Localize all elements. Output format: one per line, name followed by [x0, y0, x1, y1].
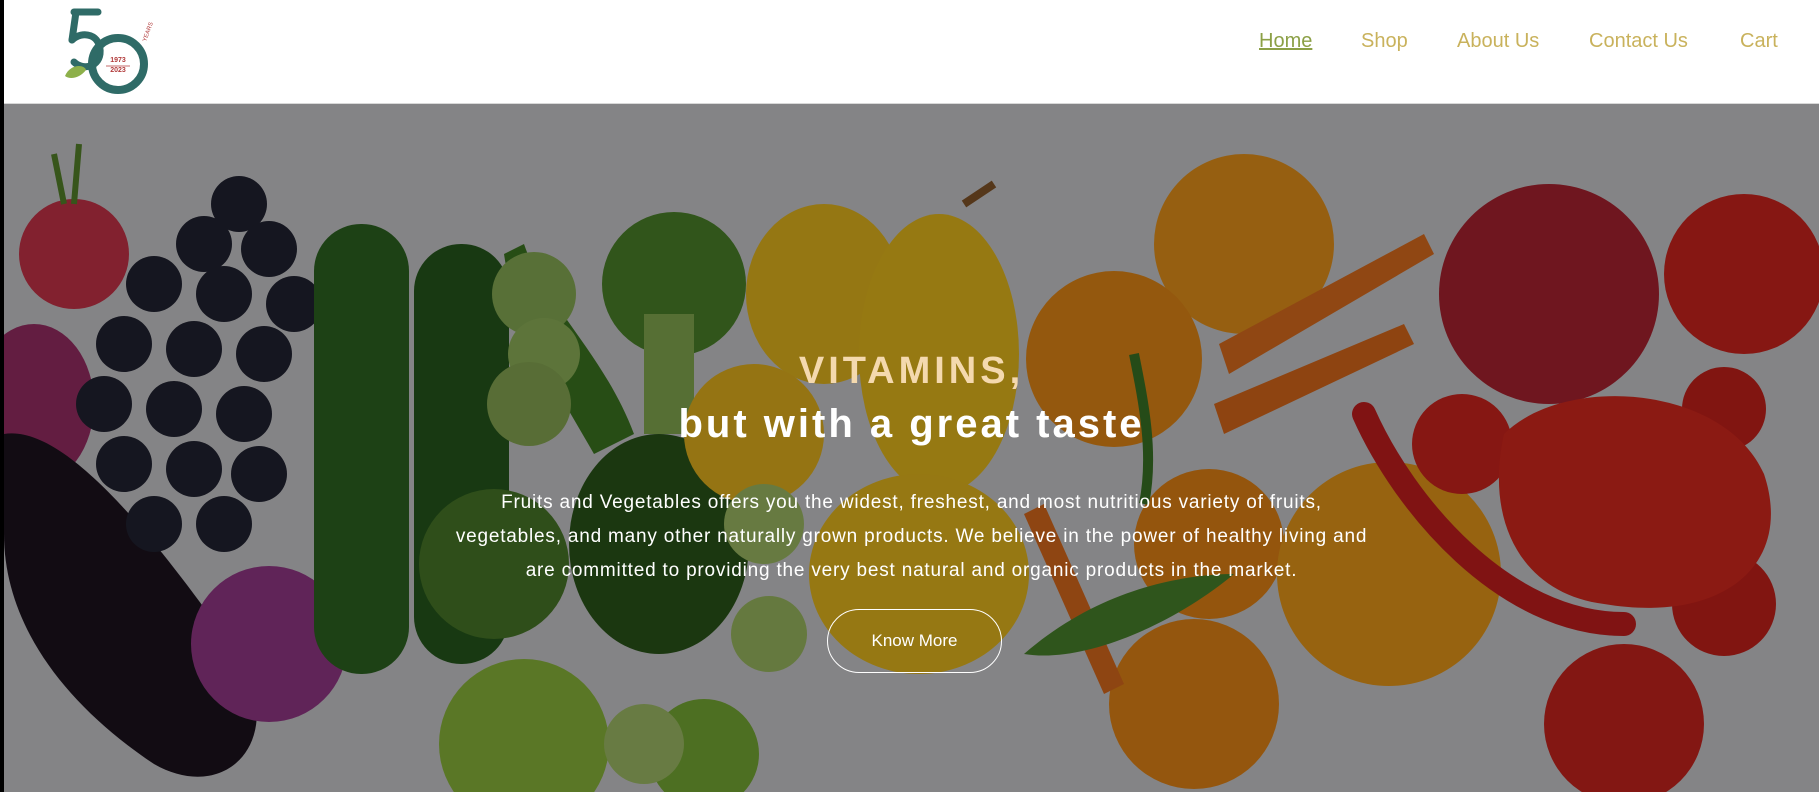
- svg-text:YEARS: YEARS: [142, 22, 155, 43]
- nav-shop-link[interactable]: Shop: [1361, 30, 1408, 53]
- nav-contact-us-link[interactable]: Contact Us: [1589, 30, 1688, 53]
- site-header: 1973 2023 YEARS Home Shop About Us Conta…: [4, 0, 1819, 104]
- hero-banner: VITAMINS, but with a great taste Fruits …: [4, 104, 1819, 792]
- hero-title-line2: but with a great taste: [678, 402, 1145, 446]
- svg-text:2023: 2023: [110, 67, 126, 74]
- hero-dark-overlay: [4, 104, 1819, 792]
- nav-home-link[interactable]: Home: [1259, 30, 1312, 53]
- logo-50-years-icon: 1973 2023 YEARS: [65, 8, 155, 94]
- nav-about-us-link[interactable]: About Us: [1457, 30, 1539, 53]
- svg-text:1973: 1973: [110, 57, 126, 64]
- main-nav: Home Shop About Us Contact Us Cart: [1259, 30, 1819, 60]
- page: 1973 2023 YEARS Home Shop About Us Conta…: [4, 0, 1819, 792]
- know-more-button[interactable]: Know More: [827, 609, 1002, 673]
- brand-logo[interactable]: 1973 2023 YEARS: [62, 6, 162, 98]
- hero-title-line1: VITAMINS,: [798, 350, 1025, 392]
- hero-description: Fruits and Vegetables offers you the wid…: [455, 492, 1368, 581]
- nav-cart-link[interactable]: Cart: [1740, 30, 1778, 53]
